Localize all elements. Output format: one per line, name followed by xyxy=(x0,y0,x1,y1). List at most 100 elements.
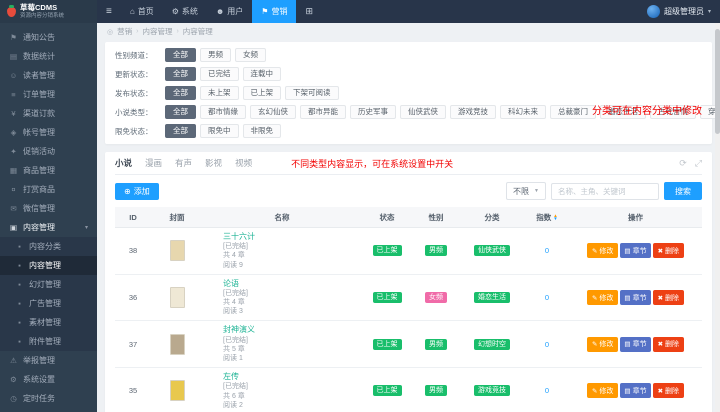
tab-漫画[interactable]: 漫画 xyxy=(145,152,162,174)
filter-option[interactable]: 全部 xyxy=(165,67,196,81)
table-row: 35左传[已完结]共 6 章阅读 2已上架男频游戏竞技0✎修改▤章节✖删除 xyxy=(115,368,702,412)
delete-button[interactable]: ✖删除 xyxy=(653,290,683,305)
book-cover[interactable] xyxy=(170,240,185,261)
column-header[interactable]: 指数▲▼ xyxy=(525,207,569,228)
scrollbar[interactable] xyxy=(715,23,720,412)
filter-option[interactable]: 全部 xyxy=(165,86,196,100)
book-cover[interactable] xyxy=(170,334,185,355)
filter-option[interactable]: 未上架 xyxy=(200,86,239,100)
sidebar-item-settings[interactable]: ⚙系统设置 xyxy=(0,370,97,389)
filter-option[interactable]: 男频 xyxy=(200,48,231,62)
filter-option[interactable]: 女频 xyxy=(235,48,266,62)
chapters-button[interactable]: ▤章节 xyxy=(620,290,651,305)
sidebar-item-notice[interactable]: ⚑通知公告 xyxy=(0,28,97,47)
column-header: 操作 xyxy=(569,207,702,228)
scrollbar-thumb[interactable] xyxy=(715,29,720,134)
sidebar-subitem-content-manage[interactable]: ▪内容管理 xyxy=(0,256,97,275)
book-read-count: 阅读 1 xyxy=(223,354,359,363)
sidebar-item-accounts[interactable]: ◈帐号管理 xyxy=(0,123,97,142)
filter-option[interactable]: 全部 xyxy=(165,48,196,62)
topnav-system[interactable]: ⚙系统 xyxy=(163,0,207,23)
add-button[interactable]: ⊕ 添加 xyxy=(115,183,159,200)
sidebar-item-readers[interactable]: ☺读者管理 xyxy=(0,66,97,85)
filter-option[interactable]: 已上架 xyxy=(243,86,282,100)
sidebar-item-cron[interactable]: ◷定时任务 xyxy=(0,389,97,408)
book-title-link[interactable]: 封神演义 xyxy=(223,325,359,335)
chapters-button[interactable]: ▤章节 xyxy=(620,337,651,352)
topnav-home[interactable]: ⌂首页 xyxy=(121,0,163,23)
sidebar-item-reward[interactable]: ¤打赏商品 xyxy=(0,180,97,199)
book-cover[interactable] xyxy=(170,380,185,401)
edit-button[interactable]: ✎修改 xyxy=(587,243,617,258)
filter-option[interactable]: 都市情缘 xyxy=(200,105,246,119)
topnav-marketing[interactable]: ⚑营销 xyxy=(252,0,296,23)
sidebar-item-promo[interactable]: ✦促销活动 xyxy=(0,142,97,161)
index-link[interactable]: 0 xyxy=(545,340,549,349)
sidebar-item-wechat[interactable]: ✉微信管理 xyxy=(0,199,97,218)
sort-desc-icon[interactable]: ▼ xyxy=(553,218,557,221)
user-menu-caret-icon[interactable]: ▾ xyxy=(708,8,711,15)
filter-option[interactable]: 限免中 xyxy=(200,124,239,138)
filter-option[interactable]: 连载中 xyxy=(243,67,282,81)
chapters-button[interactable]: ▤章节 xyxy=(620,383,651,398)
sidebar-item-content[interactable]: ▣内容管理▾ xyxy=(0,218,97,237)
search-button[interactable]: 搜索 xyxy=(664,182,702,200)
filter-option[interactable]: 游戏竞技 xyxy=(450,105,496,119)
book-chapter-count: 共 5 章 xyxy=(223,345,359,354)
sidebar-subitem-ads[interactable]: ▪广告管理 xyxy=(0,294,97,313)
book-title-link[interactable]: 左传 xyxy=(223,372,359,382)
delete-button[interactable]: ✖删除 xyxy=(653,337,683,352)
filter-option[interactable]: 仙侠武侠 xyxy=(400,105,446,119)
breadcrumb-item-content[interactable]: 内容管理 xyxy=(142,26,172,37)
filter-option[interactable]: 历史军事 xyxy=(350,105,396,119)
index-link[interactable]: 0 xyxy=(545,246,549,255)
topnav-user[interactable]: ☻用户 xyxy=(207,0,252,23)
edit-button[interactable]: ✎修改 xyxy=(587,383,617,398)
sidebar-item-orders[interactable]: ≡订单管理 xyxy=(0,85,97,104)
sidebar-subitem-attachments[interactable]: ▪附件管理 xyxy=(0,332,97,351)
edit-button[interactable]: ✎修改 xyxy=(587,290,617,305)
tab-有声[interactable]: 有声 xyxy=(175,152,192,174)
sidebar-subitem-content-category[interactable]: ▪内容分类 xyxy=(0,237,97,256)
user-name[interactable]: 超级管理员 xyxy=(664,6,704,17)
chapters-button[interactable]: ▤章节 xyxy=(620,243,651,258)
breadcrumb-item-marketing[interactable]: 营销 xyxy=(117,26,132,37)
book-title-link[interactable]: 论语 xyxy=(223,279,359,289)
list-icon: ▤ xyxy=(624,387,630,395)
tab-影视[interactable]: 影视 xyxy=(205,152,222,174)
search-type-select[interactable]: 不限 ▼ xyxy=(506,182,546,200)
filter-option[interactable]: 玄幻仙侠 xyxy=(250,105,296,119)
sidebar-item-report[interactable]: ⚠举报管理 xyxy=(0,351,97,370)
filter-option[interactable]: 总裁豪门 xyxy=(550,105,596,119)
menu-toggle-icon[interactable]: ≡ xyxy=(97,6,121,17)
filter-option[interactable]: 都市异能 xyxy=(300,105,346,119)
sidebar-subitem-materials[interactable]: ▪素材管理 xyxy=(0,313,97,332)
filter-option[interactable]: 全部 xyxy=(165,124,196,138)
book-cover[interactable] xyxy=(170,287,185,308)
refresh-icon[interactable]: ⟳ xyxy=(679,158,687,169)
avatar[interactable] xyxy=(647,5,660,18)
sidebar-item-goods[interactable]: ▦商品管理 xyxy=(0,161,97,180)
fullscreen-icon[interactable]: ⤢ xyxy=(695,158,702,169)
filter-option[interactable]: 非限免 xyxy=(243,124,282,138)
apps-grid-icon[interactable]: ⊞ xyxy=(296,6,322,17)
search-input[interactable] xyxy=(551,183,659,200)
tab-小说[interactable]: 小说 xyxy=(115,152,132,174)
tab-视频[interactable]: 视频 xyxy=(235,152,252,174)
sidebar-subitem-slides[interactable]: ▪幻灯管理 xyxy=(0,275,97,294)
index-link[interactable]: 0 xyxy=(545,386,549,395)
filter-option[interactable]: 全部 xyxy=(165,105,196,119)
pencil-icon: ✎ xyxy=(592,247,597,255)
filter-option[interactable]: 已完结 xyxy=(200,67,239,81)
book-title-link[interactable]: 三十六计 xyxy=(223,232,359,242)
filter-option[interactable]: 下架可阅读 xyxy=(285,86,339,100)
delete-button[interactable]: ✖删除 xyxy=(653,383,683,398)
sidebar-item-channel[interactable]: ¥渠道订款 xyxy=(0,104,97,123)
delete-button[interactable]: ✖删除 xyxy=(653,243,683,258)
edit-button[interactable]: ✎修改 xyxy=(587,337,617,352)
filter-option[interactable]: 科幻未来 xyxy=(500,105,546,119)
sidebar-item-stats[interactable]: ▤数据统计 xyxy=(0,47,97,66)
gender-badge: 男频 xyxy=(425,385,447,396)
index-link[interactable]: 0 xyxy=(545,293,549,302)
chevron-down-icon: ▼ xyxy=(534,188,539,194)
